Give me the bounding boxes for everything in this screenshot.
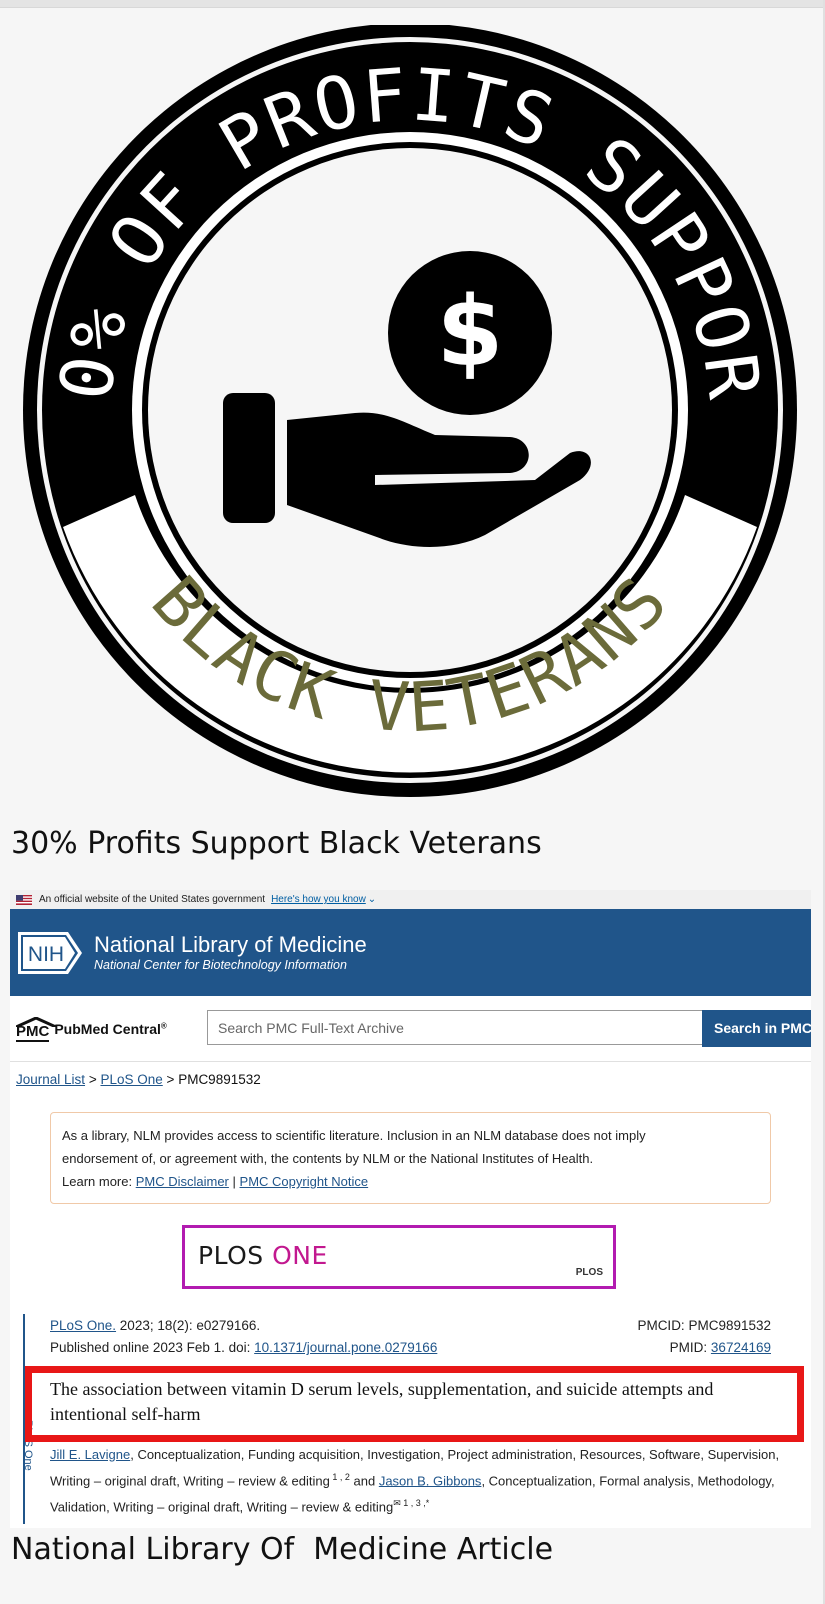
pmc-roof-icon (16, 1017, 56, 1027)
citation-line: PLoS One. 2023; 18(2): e0279166. PMCID: … (50, 1318, 771, 1333)
pmc-name: PubMed Central (54, 1020, 161, 1037)
svg-text:$: $ (437, 276, 504, 388)
article-caption: National Library Of Medicine Article (11, 1532, 554, 1567)
article-title: The association between vitamin D serum … (50, 1379, 714, 1424)
breadcrumb: Journal List > PLoS One > PMC9891532 (16, 1072, 261, 1087)
black-veterans-logo: 30% OF PROFITS SUPPORT BLACK VETERANS $ (15, 25, 797, 797)
pmc-copyright-link[interactable]: PMC Copyright Notice (240, 1174, 369, 1189)
search-bar: PMC PubMed Central® Search PMC Full-Text… (10, 996, 811, 1062)
pmcid: PMCID: PMC9891532 (637, 1318, 771, 1333)
plos-one-banner[interactable]: PLOS ONE PLOS (182, 1225, 616, 1289)
nlm-disclaimer-notice: As a library, NLM provides access to sci… (50, 1112, 771, 1204)
pmc-disclaimer-link[interactable]: PMC Disclaimer (136, 1174, 229, 1189)
author-link-lavigne[interactable]: Jill E. Lavigne (50, 1447, 130, 1462)
plos-small-logo: PLOS (575, 1267, 603, 1278)
pmc-logo[interactable]: PMC PubMed Central® (16, 1017, 206, 1042)
author-list: Jill E. Lavigne, Conceptualization, Fund… (50, 1447, 780, 1515)
nih-logo[interactable]: NIH National Library of Medicine Nationa… (16, 930, 367, 976)
nlm-article-screenshot: An official website of the United States… (10, 890, 811, 1528)
search-button[interactable]: Search in PMC (702, 1010, 811, 1047)
nlm-title: National Library of Medicine (94, 931, 367, 957)
gov-banner-text: An official website of the United States… (39, 894, 266, 905)
doi-link[interactable]: 10.1371/journal.pone.0279166 (254, 1340, 437, 1355)
author-link-gibbons[interactable]: Jason B. Gibbons (379, 1473, 482, 1488)
nlm-header: NIH National Library of Medicine Nationa… (10, 909, 811, 996)
search-input[interactable]: Search PMC Full-Text Archive (207, 1010, 702, 1045)
logo-caption: 30% Profits Support Black Veterans (11, 826, 542, 861)
chevron-down-icon: ⌄ (367, 894, 377, 905)
breadcrumb-pmcid: PMC9891532 (178, 1072, 261, 1087)
nih-badge-icon: NIH (18, 931, 82, 974)
svg-text:NIH: NIH (28, 943, 64, 966)
ncbi-subtitle: National Center for Biotechnology Inform… (94, 957, 347, 972)
journal-link[interactable]: PLoS One. (50, 1318, 116, 1333)
breadcrumb-journal-list[interactable]: Journal List (16, 1072, 85, 1087)
top-border (0, 0, 825, 8)
gov-banner-link[interactable]: Here's how you know (271, 894, 366, 905)
published-line: Published online 2023 Feb 1. doi: 10.137… (50, 1340, 771, 1355)
gov-banner: An official website of the United States… (10, 890, 811, 909)
breadcrumb-plos-one[interactable]: PLoS One (100, 1072, 162, 1087)
us-flag-icon (16, 894, 32, 905)
pmid-link[interactable]: 36724169 (711, 1340, 771, 1355)
